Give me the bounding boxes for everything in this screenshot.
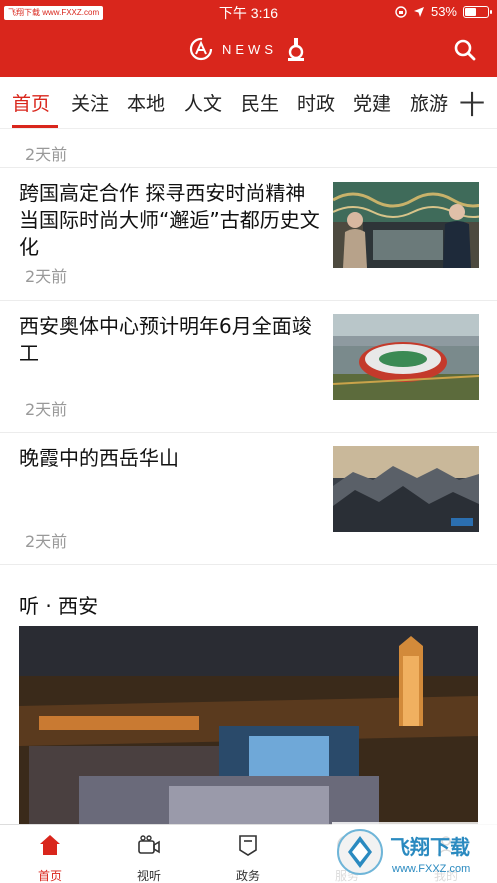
nav-government[interactable]: 政务 — [208, 825, 288, 883]
search-icon — [454, 39, 476, 61]
site-watermark-badge: 飞翔下载 www.FXXZ.com — [332, 822, 497, 883]
status-indicators: 53% — [395, 4, 492, 19]
tab-livelihood[interactable]: 民生 — [241, 89, 279, 119]
government-icon — [239, 835, 257, 856]
article-item[interactable]: 晚霞中的西岳华山 2天前 — [0, 433, 497, 565]
article-title: 跨国高定合作 探寻西安时尚精神 当国际时尚大师“邂逅”古都历史文化 — [19, 181, 320, 259]
app-header: 飞翔下载 www.FXXZ.com 下午 3:16 53% NEWS — [0, 0, 497, 77]
tab-local[interactable]: 本地 — [127, 89, 165, 119]
section-title: 听 · 西安 — [19, 594, 99, 618]
app-logo: NEWS — [188, 36, 307, 62]
location-arrow-icon — [413, 6, 424, 17]
status-bar: 飞翔下载 www.FXXZ.com 下午 3:16 53% — [0, 0, 497, 24]
logo-glyph-icon — [288, 38, 304, 61]
logo-text: NEWS — [222, 41, 277, 57]
article-time: 2天前 — [25, 400, 68, 419]
battery-icon — [463, 5, 492, 18]
tab-politics[interactable]: 时政 — [297, 89, 335, 119]
nav-label: 政务 — [235, 869, 260, 883]
article-thumbnail — [333, 182, 479, 268]
article-title: 晚霞中的西岳华山 — [19, 446, 179, 470]
home-icon — [40, 835, 60, 855]
article-time: 2天前 — [25, 267, 68, 286]
tab-party[interactable]: 党建 — [353, 89, 391, 119]
logo-mark-icon — [189, 37, 213, 61]
nav-bar: NEWS — [0, 28, 497, 74]
tab-culture[interactable]: 人文 — [184, 89, 222, 119]
featured-image[interactable] — [19, 626, 478, 826]
add-tab-button[interactable]: 十 — [459, 85, 485, 122]
nav-home[interactable]: 首页 — [10, 825, 90, 883]
article-thumbnail — [333, 446, 479, 532]
badge-url: www.FXXZ.com — [391, 863, 470, 875]
tab-follow[interactable]: 关注 — [71, 89, 109, 119]
nav-label: 首页 — [37, 869, 62, 883]
battery-fill — [465, 7, 477, 16]
article-time: 2天前 — [25, 532, 68, 551]
article-item[interactable]: 跨国高定合作 探寻西安时尚精神 当国际时尚大师“邂逅”古都历史文化 2天前 — [0, 168, 497, 301]
orientation-lock-icon — [395, 5, 407, 18]
tab-home[interactable]: 首页 — [12, 89, 50, 119]
search-button[interactable] — [453, 38, 477, 62]
battery-percent: 53% — [430, 4, 457, 19]
article-item[interactable]: 西安奥体中心预计明年6月全面竣工 2天前 — [0, 301, 497, 433]
badge-name: 飞翔下载 — [390, 835, 470, 859]
nav-label: 视听 — [136, 869, 161, 883]
article-title: 西安奥体中心预计明年6月全面竣工 — [19, 314, 312, 365]
article-thumbnail — [333, 314, 479, 400]
active-tab-indicator — [12, 125, 58, 128]
tab-travel[interactable]: 旅游 — [410, 89, 448, 119]
article-time: 2天前 — [25, 145, 68, 164]
video-camera-icon — [138, 835, 160, 854]
category-tabs: 首页 关注 本地 人文 民生 时政 党建 旅游 — [0, 77, 497, 129]
nav-video[interactable]: 视听 — [109, 825, 189, 883]
